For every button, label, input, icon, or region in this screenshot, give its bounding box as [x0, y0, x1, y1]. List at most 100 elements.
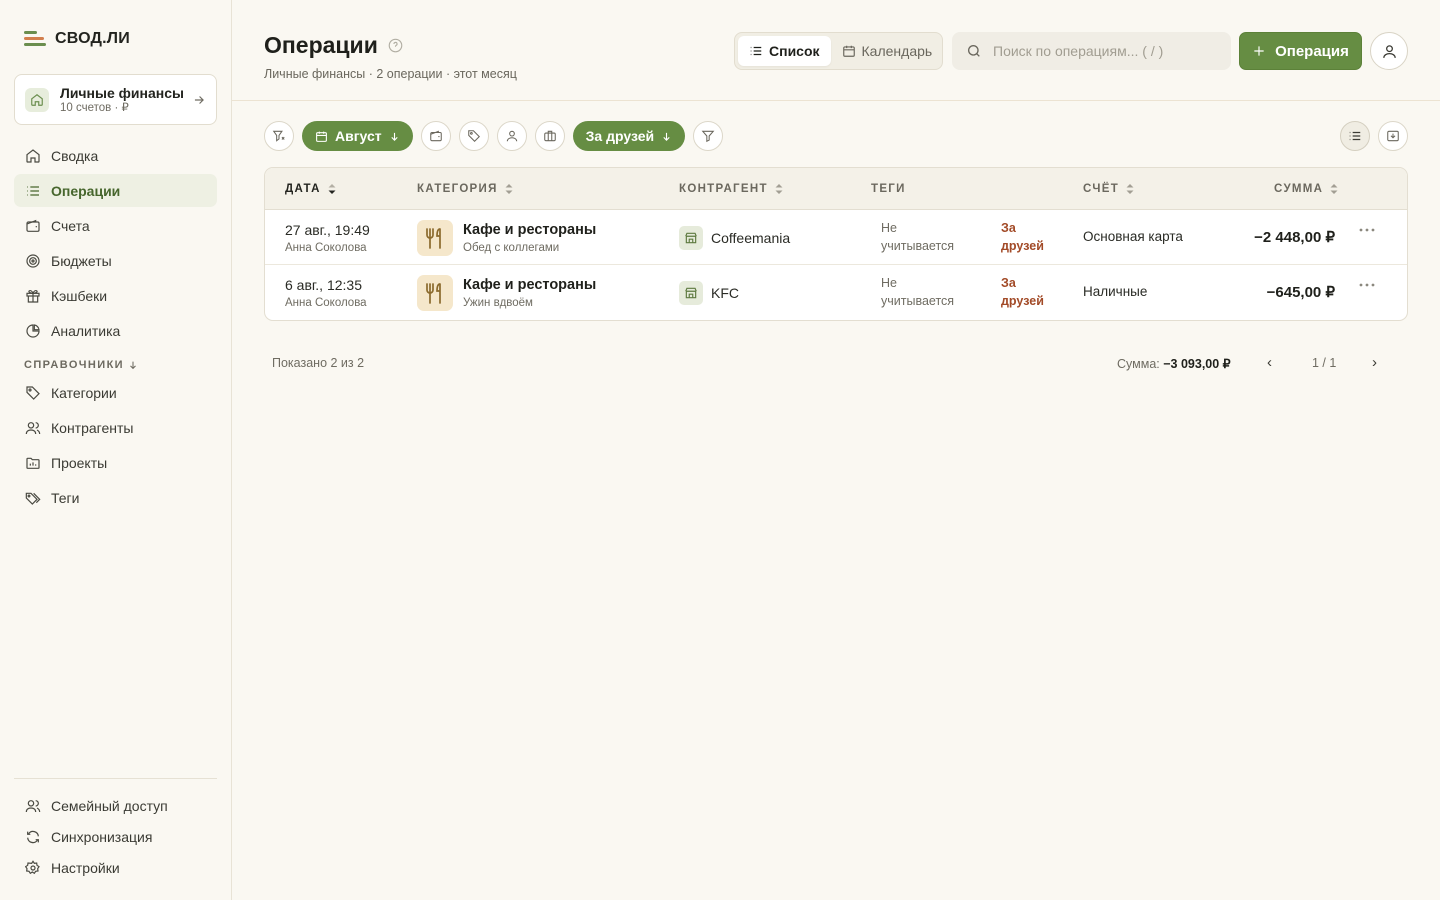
account-filter-button[interactable] [420, 121, 451, 151]
nav-item-budgets[interactable]: Бюджеты [14, 244, 217, 277]
nav-item-projects[interactable]: Проекты [14, 446, 217, 479]
tag-label[interactable]: За друзей [1001, 219, 1061, 255]
column-category-label: КАТЕГОРИЯ [417, 183, 498, 195]
profile-button[interactable] [1370, 32, 1408, 70]
list-density-button[interactable] [1340, 121, 1370, 151]
month-filter-pill[interactable]: Август [302, 121, 413, 151]
account-name: Основная карта [1083, 229, 1183, 244]
reference-section-toggle[interactable]: СПРАВОЧНИКИ [24, 359, 138, 371]
main-content: Операции Личные финансы · 2 операции · э… [232, 0, 1440, 900]
tag-status: Не учитывается [881, 221, 955, 253]
prev-page-button[interactable]: ‹ [1267, 354, 1272, 371]
column-amount[interactable]: СУММА [1274, 168, 1339, 210]
nav-item-label: Операции [51, 182, 121, 199]
sort-icon [504, 183, 514, 195]
search-input[interactable] [993, 43, 1217, 59]
folder-icon [24, 454, 41, 471]
sort-icon [774, 183, 784, 195]
nav-item-label: Настройки [51, 859, 120, 876]
nav-item-cashback[interactable]: Кэшбеки [14, 279, 217, 312]
view-toggle: Список Календарь [734, 32, 943, 70]
calendar-icon [842, 44, 856, 58]
counterparty-name: Coffeemania [711, 230, 791, 246]
nav-item-settings[interactable]: Настройки [14, 853, 217, 882]
counterparty-name: KFC [711, 285, 739, 301]
table-footer: Показано 2 из 2 Сумма: −3 093,00 ₽ ‹ 1 /… [272, 354, 1408, 372]
export-button[interactable] [1378, 121, 1408, 151]
page-title: Операции [264, 32, 403, 59]
reset-filters-button[interactable] [264, 121, 294, 151]
nav-item-label: Бюджеты [51, 252, 112, 269]
more-icon[interactable] [1359, 283, 1375, 287]
operation-date: 6 авг., 12:35 [285, 277, 362, 293]
tag-filter-label: За друзей [585, 128, 655, 144]
nav-item-label: Теги [51, 489, 80, 506]
nav-item-summary[interactable]: Сводка [14, 139, 217, 172]
sort-desc-icon [327, 183, 337, 195]
column-tags: ТЕГИ [871, 168, 906, 210]
tags-icon [24, 489, 41, 506]
wallet-icon [429, 129, 443, 143]
search-box [952, 32, 1231, 70]
person-filter-button[interactable] [496, 121, 527, 151]
page-indicator: 1 / 1 [1312, 356, 1337, 370]
nav-item-label: Счета [51, 217, 90, 234]
page-subtitle: Личные финансы · 2 операции · этот месяц [264, 67, 517, 81]
view-calendar-button[interactable]: Календарь [831, 36, 944, 66]
nav-item-label: Контрагенты [51, 419, 134, 436]
nav-item-label: Проекты [51, 454, 108, 471]
column-account[interactable]: СЧЁТ [1083, 168, 1135, 210]
table-row[interactable]: 27 авг., 19:49 Анна Соколова Кафе и рест… [265, 210, 1407, 265]
app-logo[interactable]: СВОД.ЛИ [24, 30, 130, 48]
next-page-button[interactable]: › [1372, 354, 1377, 371]
month-filter-label: Август [335, 128, 382, 144]
store-icon [679, 281, 703, 305]
nav-item-operations[interactable]: Операции [14, 174, 217, 207]
more-filters-button[interactable] [693, 121, 724, 151]
tag-active-filter-pill[interactable]: За друзей [572, 121, 686, 151]
help-icon[interactable] [388, 38, 403, 53]
category-cell: Кафе и рестораны Ужин вдвоём [417, 275, 596, 311]
reference-nav: Категории Контрагенты Проекты Теги [14, 376, 217, 516]
tag-label[interactable]: За друзей [1001, 274, 1061, 310]
date-cell: 6 авг., 12:35 Анна Соколова [285, 276, 367, 311]
nav-item-sync[interactable]: Синхронизация [14, 822, 217, 851]
project-filter-button[interactable] [534, 121, 565, 151]
plus-icon [1252, 44, 1266, 58]
nav-item-label: Кэшбеки [51, 287, 108, 304]
more-icon[interactable] [1359, 228, 1375, 232]
tag-status: Не учитывается [881, 276, 955, 308]
nav-item-family-access[interactable]: Семейный доступ [14, 791, 217, 820]
nav-item-analytics[interactable]: Аналитика [14, 314, 217, 347]
list-icon [1348, 129, 1362, 143]
operation-author: Анна Соколова [285, 242, 367, 254]
view-list-button[interactable]: Список [738, 36, 831, 66]
nav-item-categories[interactable]: Категории [14, 376, 217, 409]
add-operation-label: Операция [1275, 42, 1349, 60]
sort-icon [1125, 183, 1135, 195]
column-category[interactable]: КАТЕГОРИЯ [417, 168, 514, 210]
add-operation-button[interactable]: Операция [1239, 32, 1362, 70]
fork-knife-icon [417, 220, 453, 256]
operation-amount: −645,00 ₽ [1266, 284, 1335, 301]
nav-item-label: Категории [51, 384, 117, 401]
target-icon [24, 252, 41, 269]
column-counterparty[interactable]: КОНТРАГЕНТ [679, 168, 784, 210]
column-account-label: СЧЁТ [1083, 183, 1120, 195]
nav-item-accounts[interactable]: Счета [14, 209, 217, 242]
table-header: ДАТА КАТЕГОРИЯ КОНТРАГЕНТ ТЕГИ СЧЁТ СУММ… [265, 168, 1407, 210]
category-name: Кафе и рестораны [463, 221, 597, 238]
column-date[interactable]: ДАТА [285, 168, 337, 210]
nav-item-counterparties[interactable]: Контрагенты [14, 411, 217, 444]
nav-item-label: Семейный доступ [51, 797, 168, 814]
family-icon [24, 797, 41, 814]
briefcase-icon [543, 129, 557, 143]
table-row[interactable]: 6 авг., 12:35 Анна Соколова Кафе и ресто… [265, 265, 1407, 320]
workspace-switcher[interactable]: Личные финансы 10 счетов · ₽ [14, 74, 217, 125]
nav-item-tags[interactable]: Теги [14, 481, 217, 514]
total-sum-label: Сумма: [1117, 357, 1160, 371]
reference-section-label: СПРАВОЧНИКИ [24, 359, 124, 371]
download-icon [1386, 129, 1400, 143]
tag-filter-button[interactable] [458, 121, 489, 151]
view-calendar-label: Календарь [861, 43, 933, 59]
